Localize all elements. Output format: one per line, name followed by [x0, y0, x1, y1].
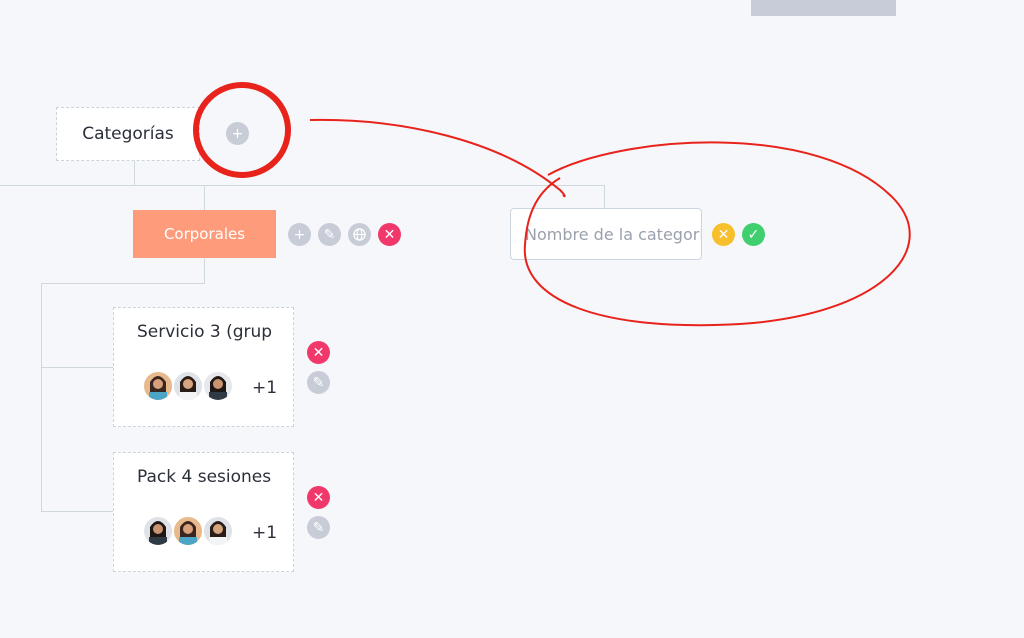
tree-line — [0, 185, 605, 186]
plus-icon: + — [231, 125, 244, 142]
globe-icon — [353, 228, 366, 241]
close-icon: ✕ — [717, 226, 730, 243]
staff-avatar — [202, 370, 234, 402]
delete-service-button[interactable]: ✕ — [307, 341, 330, 364]
close-icon: ✕ — [312, 344, 325, 361]
pencil-icon: ✎ — [312, 374, 325, 391]
pencil-icon: ✎ — [323, 226, 336, 243]
check-icon: ✓ — [747, 226, 760, 243]
service-card[interactable]: Servicio 3 (grupal) +1 — [113, 307, 294, 427]
tree-line — [204, 258, 205, 283]
delete-category-button[interactable]: ✕ — [378, 223, 401, 246]
cancel-new-category-button[interactable]: ✕ — [712, 223, 735, 246]
top-bar — [751, 0, 896, 16]
tree-line — [41, 511, 114, 512]
staff-avatar — [142, 515, 174, 547]
root-title: Categorías — [82, 124, 174, 144]
staff-avatar — [202, 515, 234, 547]
tree-line — [41, 367, 114, 368]
extra-staff-count: +1 — [252, 378, 278, 398]
tree-line — [134, 161, 135, 186]
service-title: Servicio 3 (grupal) — [137, 322, 272, 342]
confirm-new-category-button[interactable]: ✓ — [742, 223, 765, 246]
staff-avatar — [172, 370, 204, 402]
tree-line — [41, 283, 205, 284]
plus-icon: + — [293, 226, 306, 243]
pencil-icon: ✎ — [312, 519, 325, 536]
close-icon: ✕ — [383, 226, 396, 243]
service-card[interactable]: Pack 4 sesiones +1 — [113, 452, 294, 572]
root-categories-node: Categorías — [56, 107, 200, 161]
category-corporales-button[interactable]: Corporales — [133, 210, 276, 258]
tree-line — [204, 185, 205, 210]
extra-staff-count: +1 — [252, 523, 278, 543]
tree-line — [41, 283, 42, 511]
add-subcategory-button[interactable]: + — [288, 223, 311, 246]
close-icon: ✕ — [312, 489, 325, 506]
staff-avatar — [172, 515, 204, 547]
edit-category-button[interactable]: ✎ — [318, 223, 341, 246]
add-category-button[interactable]: + — [226, 122, 249, 145]
delete-service-button[interactable]: ✕ — [307, 486, 330, 509]
web-category-button[interactable] — [348, 223, 371, 246]
tree-line — [604, 185, 605, 209]
category-label: Corporales — [163, 225, 246, 243]
edit-service-button[interactable]: ✎ — [307, 516, 330, 539]
category-name-input[interactable] — [510, 208, 702, 260]
edit-service-button[interactable]: ✎ — [307, 371, 330, 394]
staff-avatar — [142, 370, 174, 402]
service-title: Pack 4 sesiones — [137, 467, 272, 487]
